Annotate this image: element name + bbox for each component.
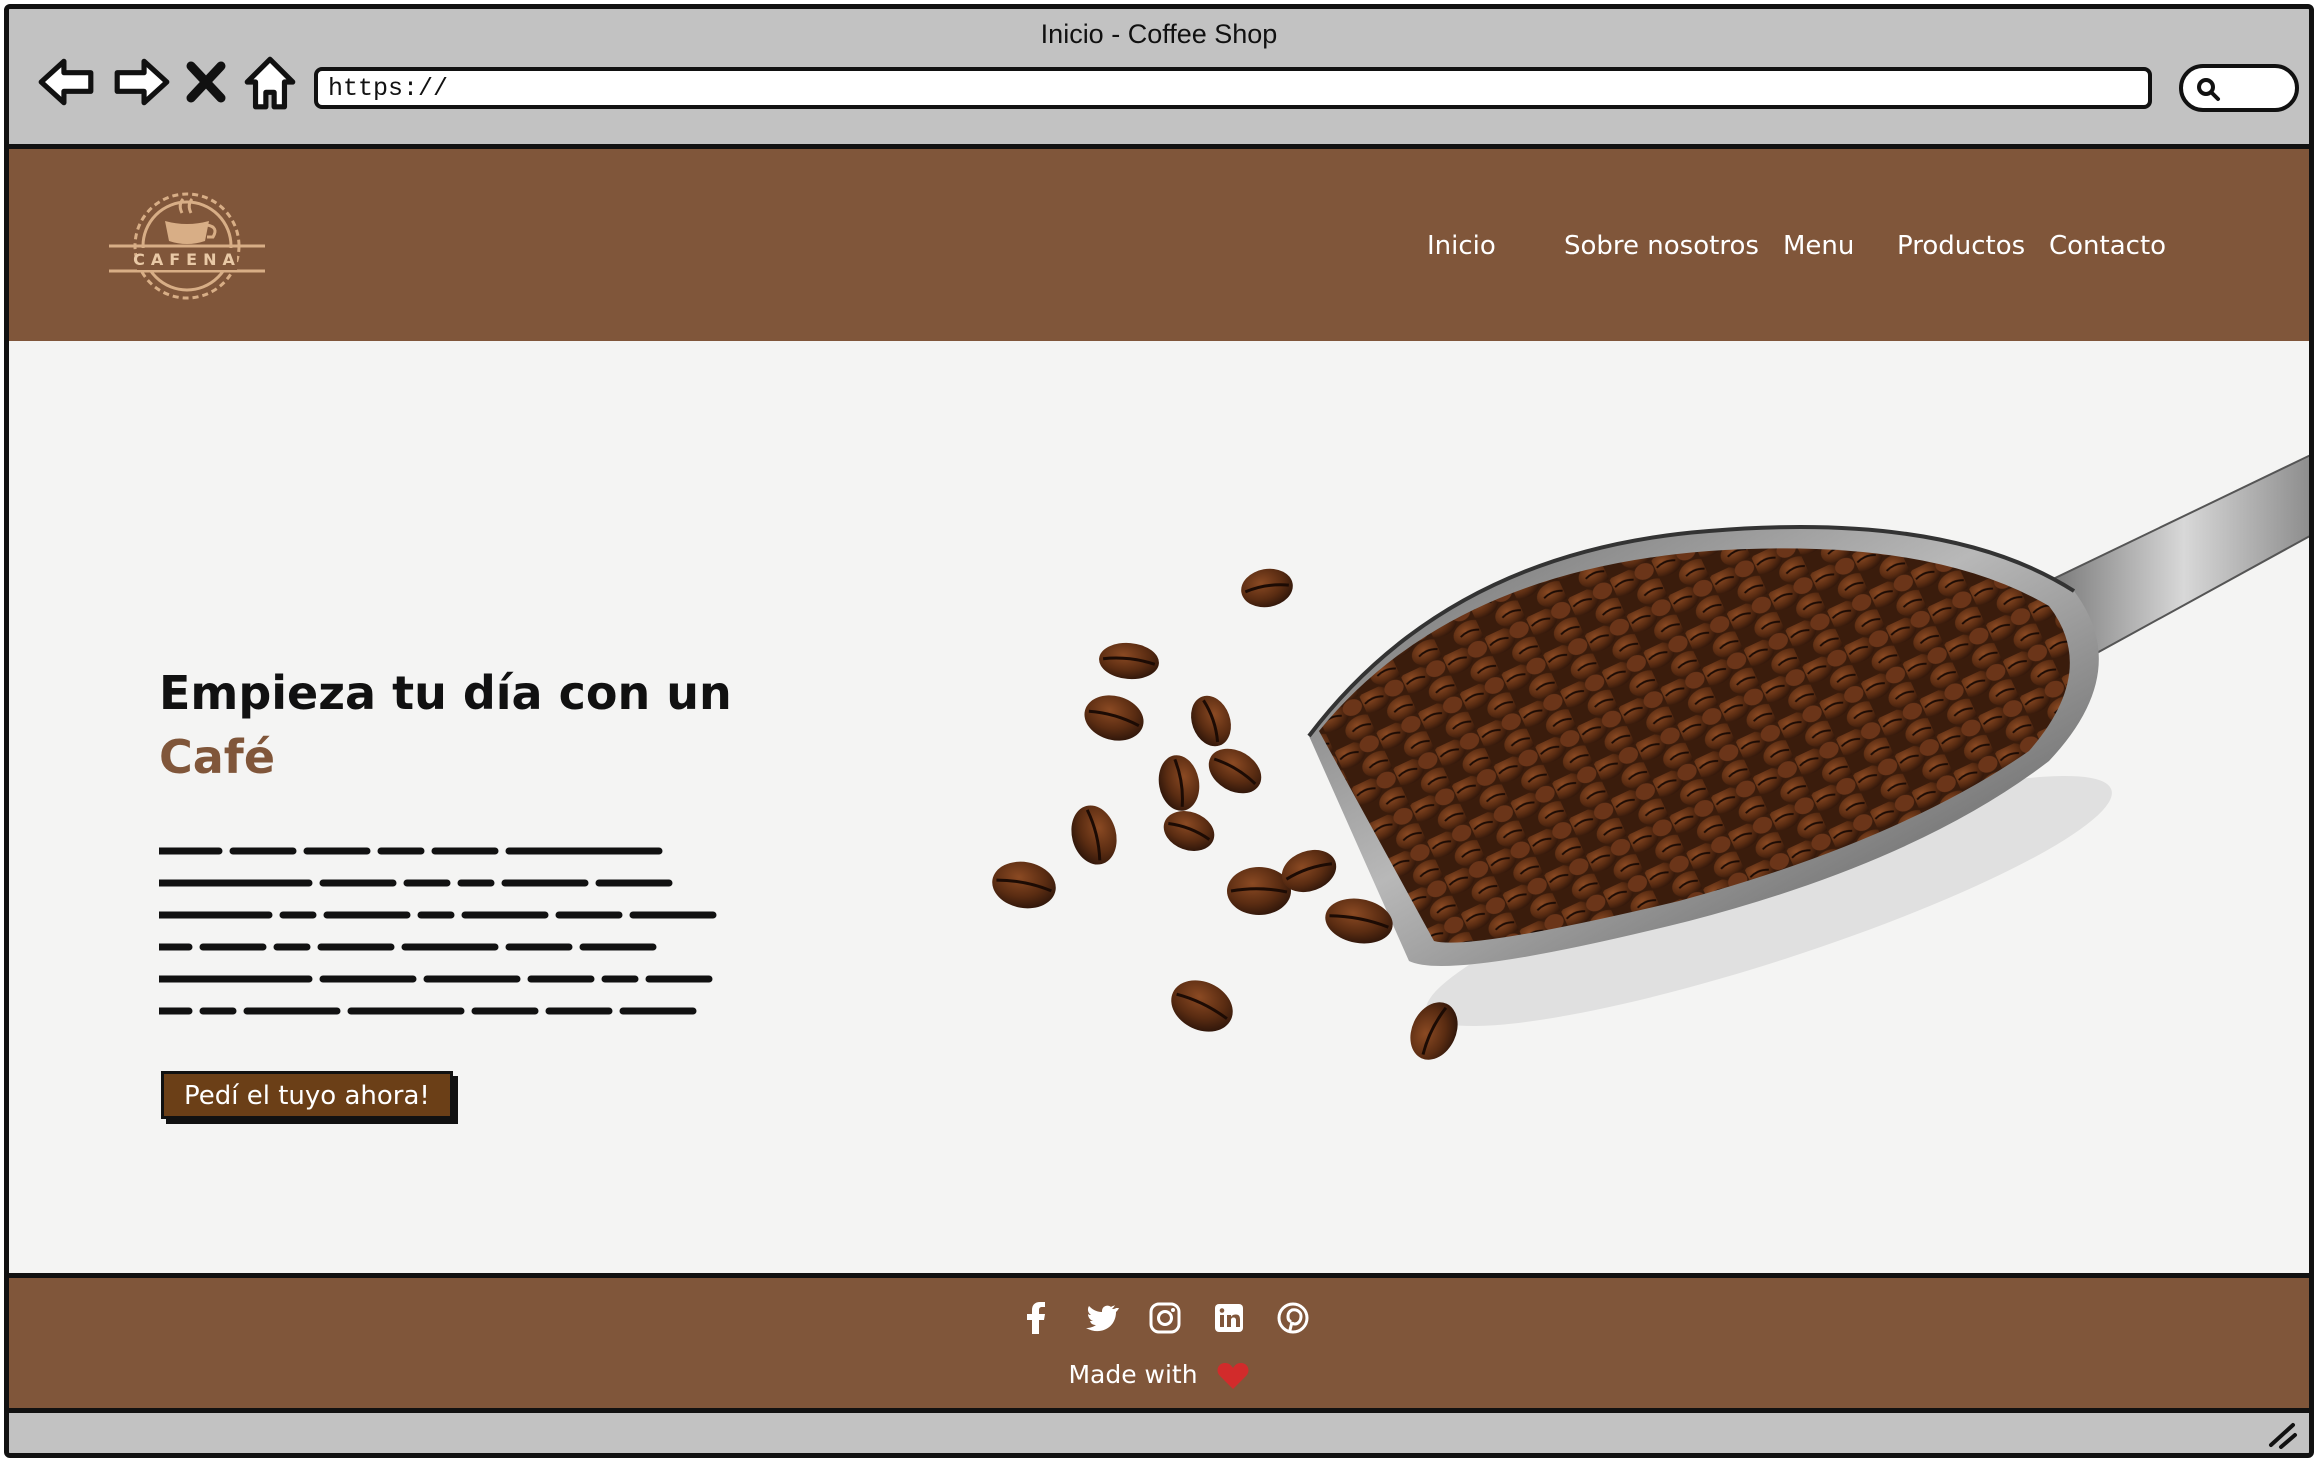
site-footer: Made with	[9, 1273, 2309, 1413]
back-arrow-icon[interactable]	[35, 51, 97, 113]
placeholder-text-scribble	[159, 847, 717, 1015]
twitter-icon[interactable]	[1083, 1300, 1119, 1336]
main-nav: Inicio Sobre nosotros Menu Productos Con…	[9, 231, 2309, 271]
page-viewport: CAFENA Inicio Sobre nosotros Menu Produc…	[9, 149, 2309, 1413]
site-header: CAFENA Inicio Sobre nosotros Menu Produc…	[9, 149, 2309, 341]
coffee-scoop-image	[992, 454, 2309, 1060]
browser-window: Inicio - Coffee Shop https:// CAFENA Ini…	[4, 4, 2314, 1458]
nav-item-menu[interactable]: Menu	[1783, 231, 1854, 261]
pinterest-icon[interactable]	[1275, 1300, 1311, 1336]
close-icon[interactable]	[181, 51, 231, 113]
nav-item-inicio[interactable]: Inicio	[1427, 231, 1496, 261]
hero-title-line: Empieza tu día con un	[159, 666, 732, 720]
nav-item-contacto[interactable]: Contacto	[2049, 231, 2166, 261]
linkedin-icon[interactable]	[1211, 1300, 1247, 1336]
home-icon[interactable]	[239, 51, 301, 113]
hero-section: Empieza tu día con un Café Pedí el tuyo …	[9, 341, 2309, 1269]
hero-title: Empieza tu día con un Café	[159, 661, 859, 789]
search-icon	[2197, 78, 2220, 101]
window-title: Inicio - Coffee Shop	[1040, 19, 1278, 49]
heart-icon	[1217, 1363, 1249, 1389]
status-bar	[9, 1413, 2309, 1453]
instagram-icon[interactable]	[1147, 1300, 1183, 1336]
made-with-text: Made with	[1068, 1360, 1198, 1389]
search-button[interactable]	[2179, 64, 2299, 112]
order-now-button[interactable]: Pedí el tuyo ahora!	[161, 1071, 453, 1119]
address-bar[interactable]: https://	[314, 67, 2152, 109]
nav-item-sobre-nosotros[interactable]: Sobre nosotros	[1564, 231, 1759, 261]
made-with-line: Made with	[9, 1360, 2309, 1391]
social-links	[1019, 1300, 1319, 1340]
facebook-icon[interactable]	[1019, 1300, 1055, 1336]
hero-title-accent: Café	[159, 730, 276, 784]
browser-toolbar: Inicio - Coffee Shop https://	[9, 9, 2309, 149]
nav-item-productos[interactable]: Productos	[1897, 231, 2025, 261]
forward-arrow-icon[interactable]	[111, 51, 173, 113]
resize-grip-icon[interactable]	[2265, 1419, 2299, 1449]
